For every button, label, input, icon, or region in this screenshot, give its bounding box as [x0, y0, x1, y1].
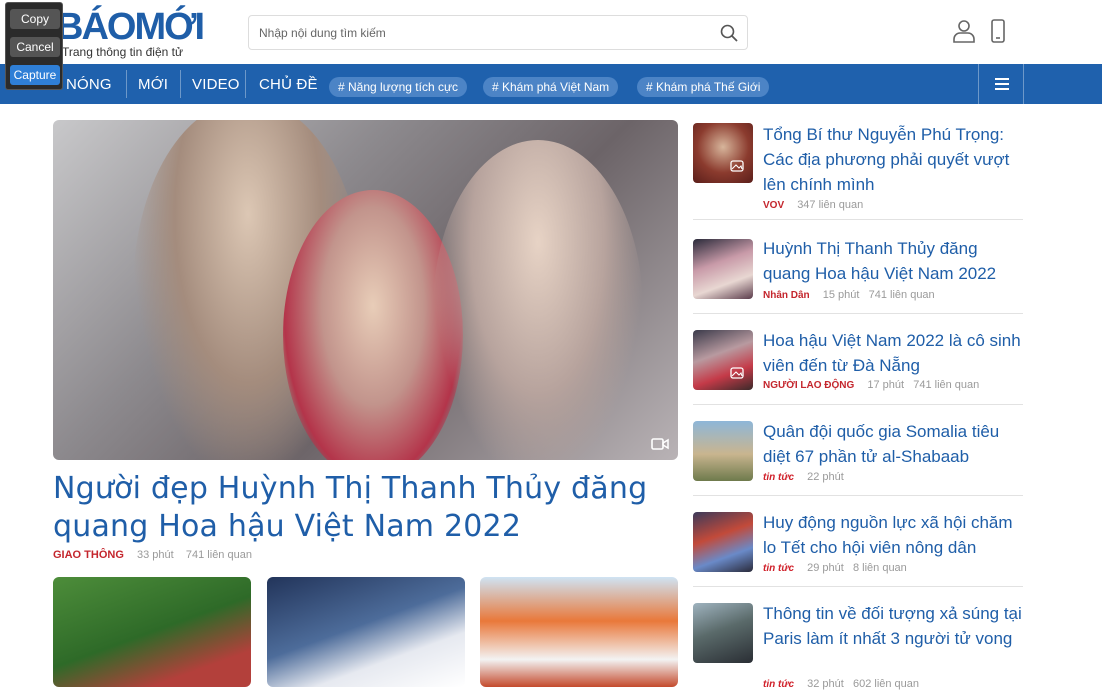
- article-title[interactable]: Quân đội quốc gia Somalia tiêu diệt 67 p…: [763, 419, 1023, 469]
- article-thumbnail[interactable]: [53, 577, 251, 687]
- copy-button[interactable]: Copy: [10, 9, 60, 29]
- user-icon[interactable]: [952, 19, 976, 43]
- article-thumbnail[interactable]: [693, 512, 753, 572]
- menu-icon-line: [995, 83, 1009, 85]
- related-count[interactable]: 602 liên quan: [853, 678, 919, 690]
- article-meta: tin tức 29 phút 8 liên quan: [763, 562, 907, 574]
- nav-item-video[interactable]: VIDEO: [192, 76, 240, 93]
- photo-gallery-icon: [730, 367, 744, 379]
- related-count[interactable]: 741 liên quan: [869, 289, 935, 301]
- featured-meta: GIAO THÔNG 33 phút 741 liên quan: [53, 549, 252, 561]
- article-thumbnail[interactable]: [693, 421, 753, 481]
- search-input[interactable]: [259, 24, 699, 42]
- featured-image[interactable]: [53, 120, 678, 460]
- article-title[interactable]: Huỳnh Thị Thanh Thủy đăng quang Hoa hậu …: [763, 236, 1023, 286]
- side-article[interactable]: Huỳnh Thị Thanh Thủy đăng quang Hoa hậu …: [693, 238, 1023, 314]
- source-logo[interactable]: VOV: [763, 200, 784, 211]
- side-article[interactable]: Quân đội quốc gia Somalia tiêu diệt 67 p…: [693, 421, 1023, 496]
- time-ago: 29 phút: [807, 562, 844, 574]
- video-icon: [651, 438, 669, 450]
- capture-toolbar: Copy Cancel Capture: [5, 2, 63, 90]
- photo-gallery-icon: [730, 160, 744, 172]
- related-count[interactable]: 741 liên quan: [913, 379, 979, 391]
- presenter-figure: [433, 140, 643, 460]
- article-meta: NGƯỜI LAO ĐỘNG 17 phút 741 liên quan: [763, 379, 979, 391]
- time-ago: 17 phút: [867, 379, 905, 391]
- cancel-button[interactable]: Cancel: [10, 37, 60, 57]
- search-icon[interactable]: [719, 23, 739, 43]
- site-header: BÁOMỚI Trang thông tin điện tử: [0, 0, 1102, 64]
- article-thumbnail[interactable]: [480, 577, 678, 687]
- search-box: [248, 15, 748, 50]
- time-ago: 33 phút: [136, 549, 174, 561]
- source-logo[interactable]: tin tức: [763, 472, 794, 483]
- article-thumbnail[interactable]: [693, 330, 753, 390]
- time-ago: 32 phút: [807, 678, 844, 690]
- nav-item-hot[interactable]: NÓNG: [66, 76, 112, 93]
- mobile-phone-icon[interactable]: [990, 19, 1006, 43]
- tag-explore-world[interactable]: # Khám phá Thế Giới: [637, 77, 770, 97]
- source-logo[interactable]: NGƯỜI LAO ĐỘNG: [763, 380, 854, 391]
- nav-item-new[interactable]: MỚI: [138, 76, 168, 93]
- source-logo[interactable]: tin tức: [763, 563, 794, 574]
- tag-explore-vietnam[interactable]: # Khám phá Việt Nam: [483, 77, 619, 97]
- brand-tagline: Trang thông tin điện tử: [62, 45, 183, 59]
- article-title[interactable]: Huy động nguồn lực xã hội chăm lo Tết ch…: [763, 510, 1023, 560]
- article-title[interactable]: Thông tin về đối tượng xả súng tại Paris…: [763, 601, 1023, 651]
- side-article[interactable]: Hoa hậu Việt Nam 2022 là cô sinh viên đế…: [693, 330, 1023, 405]
- article-title[interactable]: Hoa hậu Việt Nam 2022 là cô sinh viên đế…: [763, 328, 1023, 378]
- tag-positive-energy[interactable]: # Năng lượng tích cực: [329, 77, 467, 97]
- menu-icon-line: [995, 88, 1009, 90]
- article-thumbnail[interactable]: [267, 577, 465, 687]
- featured-title[interactable]: Người đẹp Huỳnh Thị Thanh Thủy đăng quan…: [53, 470, 678, 546]
- time-ago: 15 phút: [822, 289, 860, 301]
- side-article[interactable]: Tổng Bí thư Nguyễn Phú Trọng: Các địa ph…: [693, 122, 1023, 220]
- article-title[interactable]: Tổng Bí thư Nguyễn Phú Trọng: Các địa ph…: [763, 122, 1023, 197]
- side-article[interactable]: Thông tin về đối tượng xả súng tại Paris…: [693, 603, 1023, 693]
- article-thumbnail[interactable]: [693, 239, 753, 299]
- hamburger-menu-button[interactable]: [978, 64, 1024, 104]
- site-logo[interactable]: BÁOMỚI Trang thông tin điện tử: [52, 5, 205, 61]
- source-logo[interactable]: GIAO THÔNG: [53, 549, 124, 561]
- article-meta: Nhân Dân 15 phút 741 liên quan: [763, 289, 935, 301]
- nav-divider: [126, 70, 127, 98]
- nav-divider: [180, 70, 181, 98]
- related-count[interactable]: 347 liên quan: [797, 199, 863, 211]
- source-logo[interactable]: Nhân Dân: [763, 290, 810, 301]
- article-meta: tin tức 22 phút: [763, 471, 844, 483]
- article-thumbnail[interactable]: [693, 603, 753, 663]
- article-meta: tin tức 32 phút 602 liên quan: [763, 678, 919, 690]
- nav-divider: [245, 70, 246, 98]
- capture-button[interactable]: Capture: [10, 65, 60, 85]
- side-article[interactable]: Huy động nguồn lực xã hội chăm lo Tết ch…: [693, 512, 1023, 587]
- related-count[interactable]: 8 liên quan: [853, 562, 907, 574]
- related-count[interactable]: 741 liên quan: [186, 549, 252, 561]
- brand-name: BÁOMỚI: [56, 6, 205, 48]
- article-thumbnail[interactable]: [693, 123, 753, 183]
- menu-icon-line: [995, 78, 1009, 80]
- time-ago: 22 phút: [807, 471, 844, 483]
- nav-item-topics[interactable]: CHỦ ĐỀ: [259, 76, 318, 93]
- article-meta: VOV 347 liên quan: [763, 199, 863, 211]
